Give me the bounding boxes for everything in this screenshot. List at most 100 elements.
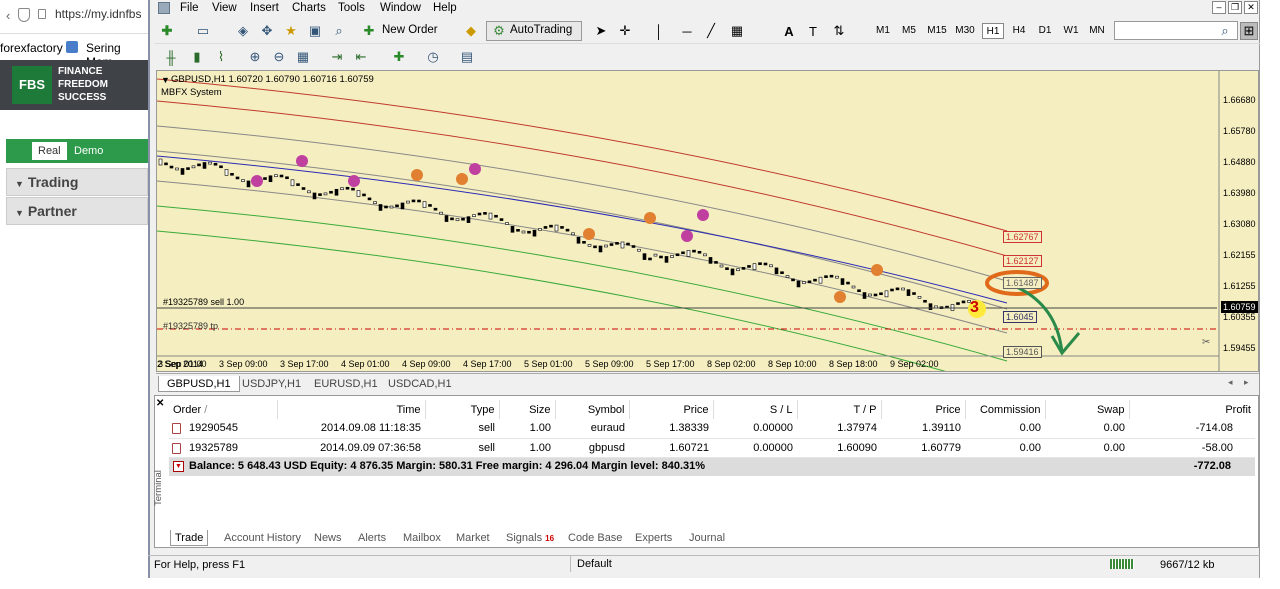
menu-file[interactable]: File — [180, 1, 199, 16]
tab-market[interactable]: Market — [456, 530, 490, 546]
cursor-icon[interactable]: ➤ — [592, 22, 610, 40]
tab-scroll-right-icon[interactable]: ▸ — [1244, 377, 1249, 388]
autoscroll-icon[interactable]: ⇥ — [328, 48, 346, 66]
candlestick-icon[interactable]: ▮ — [188, 48, 206, 66]
indicators-icon[interactable]: ✚ — [390, 48, 408, 66]
candle — [301, 187, 306, 190]
tab-code-base[interactable]: Code Base — [568, 530, 622, 546]
tf-h4[interactable]: H4 — [1008, 23, 1030, 39]
tab-news[interactable]: News — [314, 530, 342, 546]
periods-clock-icon[interactable]: ◷ — [424, 48, 442, 66]
restore-icon[interactable]: ❐ — [1228, 1, 1242, 14]
search-options-icon[interactable]: ⊞ — [1240, 22, 1258, 40]
menu-view[interactable]: View — [212, 1, 237, 16]
tab-demo[interactable]: Demo — [68, 142, 109, 160]
favorites-star-icon[interactable]: ★ — [282, 22, 300, 40]
col-profit[interactable]: Profit — [1129, 400, 1255, 419]
col-symbol[interactable]: Symbol — [555, 400, 630, 419]
col-current-price[interactable]: Price — [881, 400, 966, 419]
strategy-tester-icon[interactable]: ⌕ — [330, 22, 348, 40]
col-commission[interactable]: Commission — [965, 400, 1046, 419]
nav-partner[interactable]: ▼ Partner — [6, 197, 148, 225]
terminal-close-icon[interactable]: ✕ — [156, 398, 164, 409]
profiles-icon[interactable]: ▭ — [194, 22, 212, 40]
candle — [686, 250, 691, 257]
col-order[interactable]: Order / — [169, 400, 278, 419]
tab-mailbox[interactable]: Mailbox — [403, 530, 441, 546]
horizontal-line-icon[interactable]: ─ — [678, 22, 696, 40]
tf-m1[interactable]: M1 — [872, 23, 894, 39]
minimize-icon[interactable]: – — [1212, 1, 1226, 14]
tab-usdjpy[interactable]: USDJPY,H1 — [234, 376, 309, 392]
channel-icon[interactable]: ▦ — [728, 22, 746, 40]
table-row[interactable]: 19290545 2014.09.08 11:18:35 sell 1.00 eurau… — [169, 419, 1255, 439]
tile-windows-icon[interactable]: ▦ — [294, 48, 312, 66]
chart-canvas[interactable] — [157, 71, 1259, 372]
col-swap[interactable]: Swap — [1045, 400, 1130, 419]
fbs-logo[interactable]: FBS — [12, 66, 52, 104]
table-row[interactable]: 19325789 2014.09.09 07:36:58 sell 1.00 gbpus… — [169, 438, 1255, 458]
bar-chart-icon[interactable]: ╫ — [162, 48, 180, 66]
crosshair-icon[interactable]: ✛ — [616, 22, 634, 40]
tf-m5[interactable]: M5 — [898, 23, 920, 39]
menu-charts[interactable]: Charts — [292, 1, 326, 16]
tab-scroll-left-icon[interactable]: ◂ — [1228, 377, 1233, 388]
drag-handle-icon[interactable]: ✂ — [1202, 337, 1210, 348]
navigator-icon[interactable]: ✥ — [258, 22, 276, 40]
menu-help[interactable]: Help — [433, 1, 457, 16]
zoom-out-icon[interactable]: ⊖ — [270, 48, 288, 66]
tab-trade[interactable]: Trade — [170, 530, 209, 546]
text-icon[interactable]: A — [780, 22, 798, 40]
trendline-icon[interactable]: ╱ — [702, 22, 720, 40]
templates-icon[interactable]: ▤ — [458, 48, 476, 66]
status-profile[interactable]: Default — [570, 556, 612, 572]
tf-d1[interactable]: D1 — [1034, 23, 1056, 39]
col-tp[interactable]: T / P — [797, 400, 882, 419]
search-icon[interactable]: ⌕ — [1216, 22, 1234, 40]
balance-row[interactable]: ▼ Balance: 5 648.43 USD Equity: 4 876.35… — [169, 458, 1255, 476]
tf-h1[interactable]: H1 — [982, 23, 1004, 39]
col-type[interactable]: Type — [425, 400, 500, 419]
menu-tools[interactable]: Tools — [338, 1, 365, 16]
menu-insert[interactable]: Insert — [250, 1, 279, 16]
market-watch-icon[interactable]: ◈ — [234, 22, 252, 40]
line-chart-icon[interactable]: ⌇ — [212, 48, 230, 66]
vertical-line-icon[interactable]: │ — [650, 22, 668, 40]
col-size[interactable]: Size — [499, 400, 556, 419]
tab-experts[interactable]: Experts — [635, 530, 672, 546]
nav-trading[interactable]: ▼ Trading — [6, 168, 148, 196]
col-sl[interactable]: S / L — [713, 400, 798, 419]
tf-w1[interactable]: W1 — [1060, 23, 1082, 39]
bookmark-forexfactory[interactable]: forexfactory — [0, 41, 63, 55]
app-menu-icon[interactable] — [158, 2, 170, 14]
tab-gbpusd[interactable]: GBPUSD,H1 — [158, 376, 240, 392]
text-label-icon[interactable]: T — [804, 22, 822, 40]
metaeditor-icon[interactable]: ◆ — [462, 22, 480, 40]
tab-signals[interactable]: Signals 16 — [506, 530, 554, 546]
candle — [307, 190, 311, 194]
address-bar[interactable]: ‹ https://my.idnfbs — [0, 0, 148, 34]
arrows-icon[interactable]: ⇅ — [830, 22, 848, 40]
col-time[interactable]: Time — [277, 400, 426, 419]
tab-alerts[interactable]: Alerts — [358, 530, 386, 546]
tab-usdcad[interactable]: USDCAD,H1 — [380, 376, 460, 392]
tab-eurusd[interactable]: EURUSD,H1 — [306, 376, 386, 392]
tf-m15[interactable]: M15 — [924, 23, 950, 39]
new-chart-icon[interactable]: ✚ — [158, 22, 176, 40]
tab-journal[interactable]: Journal — [689, 530, 725, 546]
price-chart[interactable]: ▼ GBPUSD,H1 1.60720 1.60790 1.60716 1.60… — [156, 70, 1259, 372]
new-order-icon[interactable]: ✚ — [360, 22, 378, 40]
tab-account-history[interactable]: Account History — [224, 530, 301, 546]
menu-window[interactable]: Window — [380, 1, 421, 16]
url-text[interactable]: https://my.idnfbs — [55, 7, 141, 21]
tf-mn[interactable]: MN — [1086, 23, 1108, 39]
col-price[interactable]: Price — [629, 400, 714, 419]
terminal-icon[interactable]: ▣ — [306, 22, 324, 40]
zoom-in-icon[interactable]: ⊕ — [246, 48, 264, 66]
tab-real[interactable]: Real — [32, 142, 67, 160]
new-order-button[interactable]: New Order — [382, 24, 438, 36]
tf-m30[interactable]: M30 — [952, 23, 978, 39]
back-arrow-icon[interactable]: ‹ — [6, 8, 10, 23]
chart-shift-icon[interactable]: ⇤ — [352, 48, 370, 66]
close-icon[interactable]: ✕ — [1244, 1, 1258, 14]
